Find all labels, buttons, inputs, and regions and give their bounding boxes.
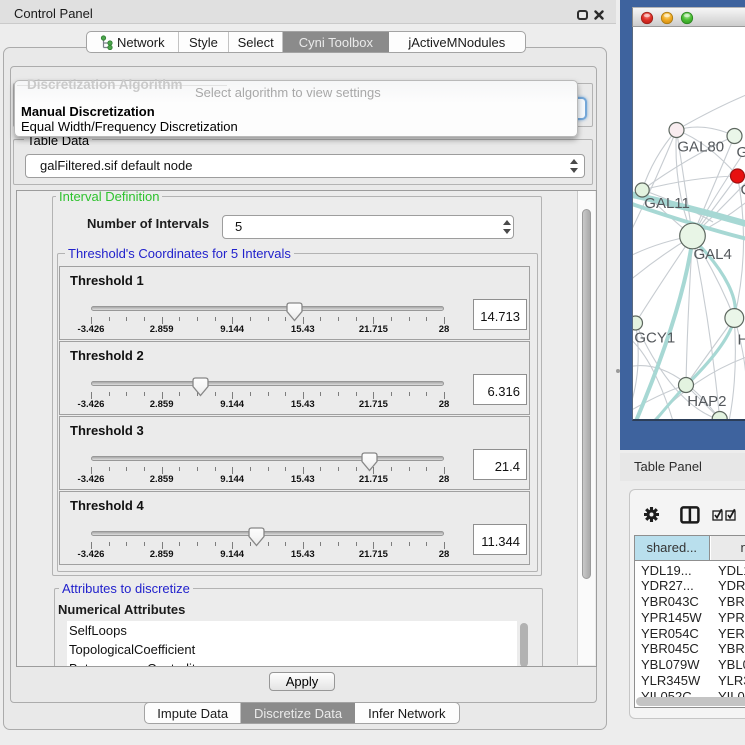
svg-text:GAL80: GAL80 (677, 139, 724, 156)
svg-text:GCY1: GCY1 (634, 329, 675, 346)
svg-text:C: C (740, 182, 745, 199)
svg-text:HAP2: HAP2 (687, 393, 726, 410)
svg-text:GA: GA (736, 144, 745, 161)
svg-text:H: H (737, 332, 745, 349)
svg-text:GAL11: GAL11 (644, 195, 690, 212)
svg-text:GAL4: GAL4 (693, 246, 731, 263)
